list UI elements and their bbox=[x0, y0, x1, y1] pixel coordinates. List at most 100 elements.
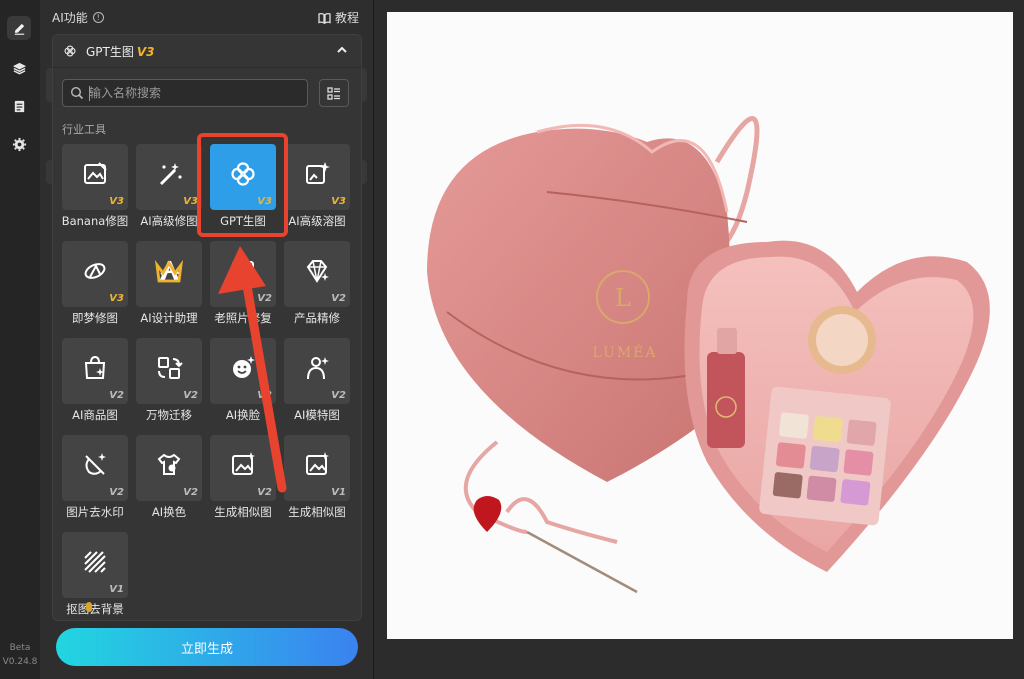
version-badge: V2 bbox=[257, 390, 272, 401]
tool-thumbnail[interactable]: V3 bbox=[284, 144, 350, 210]
tool-item[interactable]: V1 抠图去背景 bbox=[62, 532, 128, 622]
tool-label: AI模特图 bbox=[294, 408, 340, 422]
tool-label: 生成相似图 bbox=[288, 505, 346, 519]
search-icon bbox=[70, 86, 84, 100]
tool-thumbnail[interactable]: V3 bbox=[62, 241, 128, 307]
tool-thumbnail[interactable]: V3 bbox=[62, 144, 128, 210]
info-icon[interactable]: ! bbox=[92, 12, 104, 23]
card-title-text: GPT生图 bbox=[86, 45, 134, 59]
card-title: GPT生图 V3 bbox=[86, 43, 155, 60]
version-badge: V2 bbox=[109, 390, 124, 401]
tool-label: 老照片修复 bbox=[214, 311, 272, 325]
tool-thumbnail[interactable]: V1 bbox=[62, 532, 128, 598]
dream-icon bbox=[84, 263, 106, 279]
tool-item[interactable]: V3 AI高级溶图 bbox=[284, 144, 350, 234]
tool-thumbnail[interactable]: V2 bbox=[210, 435, 276, 501]
tool-item[interactable]: V2 万物迁移 bbox=[136, 338, 202, 428]
version-badge: V3 bbox=[183, 196, 198, 207]
crown-icon bbox=[155, 260, 183, 283]
tool-label: AI换脸 bbox=[225, 408, 261, 422]
tool-item[interactable]: V3 AI高级修图 bbox=[136, 144, 202, 234]
generate-now-label: 立即生成 bbox=[180, 641, 233, 657]
document-icon[interactable] bbox=[7, 94, 31, 118]
transfer-icon bbox=[158, 357, 183, 379]
selection-highlight-box bbox=[197, 133, 288, 237]
tool-item[interactable]: V3 即梦修图 bbox=[62, 241, 128, 331]
version-badge: V3 bbox=[109, 196, 124, 207]
magic-wand-icon bbox=[159, 163, 182, 186]
tutorial-link[interactable]: 教程 bbox=[318, 9, 359, 26]
version-badge: V2 bbox=[257, 487, 272, 498]
list-view-button[interactable] bbox=[319, 79, 349, 107]
tool-label: AI设计助理 bbox=[140, 311, 198, 325]
tool-label: 生成相似图 bbox=[214, 505, 272, 519]
tool-item[interactable]: AI设计助理 bbox=[136, 241, 202, 331]
panel-header: AI功能 ! bbox=[52, 9, 104, 26]
ai-function-panel: AI功能 ! 教程 GPT生图V3 行业工具 V3Banana修图V3AI高级修… bbox=[40, 0, 405, 679]
logo-letter: L bbox=[615, 284, 631, 312]
version-badge: V2 bbox=[109, 487, 124, 498]
face-swap-icon bbox=[233, 356, 255, 378]
tool-item[interactable]: V1 生成相似图 bbox=[284, 435, 350, 525]
pen-icon[interactable] bbox=[7, 16, 31, 40]
version-badge: V3 bbox=[331, 196, 346, 207]
model-icon bbox=[307, 357, 329, 380]
image-sparkle-icon bbox=[306, 162, 330, 184]
scroll-indicator bbox=[86, 602, 92, 612]
search-input[interactable] bbox=[89, 83, 299, 103]
tool-label: 万物迁移 bbox=[146, 408, 192, 422]
tool-thumbnail[interactable]: V2 bbox=[136, 435, 202, 501]
shopping-bag-icon bbox=[84, 355, 106, 379]
gpt-image-card: GPT生图V3 行业工具 V3Banana修图V3AI高级修图V3GPT生图V3… bbox=[52, 34, 362, 621]
section-label-industry-tools: 行业工具 bbox=[62, 123, 106, 136]
tool-label: AI商品图 bbox=[72, 408, 118, 422]
tool-thumbnail[interactable]: V1 bbox=[284, 435, 350, 501]
tool-thumbnail[interactable] bbox=[136, 241, 202, 307]
book-icon bbox=[318, 12, 331, 24]
version-beta: Beta bbox=[9, 643, 31, 653]
version-badge: V3 bbox=[109, 293, 124, 304]
layers-icon[interactable] bbox=[7, 56, 31, 80]
gpt-swirl-icon bbox=[64, 45, 76, 57]
tool-label: AI换色 bbox=[151, 505, 187, 519]
tutorial-label: 教程 bbox=[334, 11, 359, 25]
tool-label: 图片去水印 bbox=[66, 505, 124, 519]
tool-item[interactable]: V2 产品精修 bbox=[284, 241, 350, 331]
generate-now-button[interactable]: 立即生成 bbox=[56, 628, 358, 666]
tool-thumbnail[interactable]: V2 bbox=[284, 338, 350, 404]
tool-thumbnail[interactable]: V2 bbox=[210, 338, 276, 404]
tool-item[interactable]: V2 AI模特图 bbox=[284, 338, 350, 428]
version-badge: V2 bbox=[183, 390, 198, 401]
brand-name: LUMÉA bbox=[593, 343, 658, 361]
tool-item[interactable]: V2 生成相似图 bbox=[210, 435, 276, 525]
tool-thumbnail[interactable]: V3 bbox=[136, 144, 202, 210]
tool-item[interactable]: V2 老照片修复 bbox=[210, 241, 276, 331]
search-box[interactable] bbox=[62, 79, 308, 107]
tool-thumbnail[interactable]: V2 bbox=[136, 338, 202, 404]
version-badge: V1 bbox=[109, 584, 124, 595]
tool-thumbnail[interactable]: V2 bbox=[284, 241, 350, 307]
image-edit-icon bbox=[84, 162, 107, 184]
card-header[interactable]: GPT生图 V3 bbox=[53, 35, 361, 68]
text-caret bbox=[89, 86, 90, 101]
tool-thumbnail[interactable]: V2 bbox=[62, 435, 128, 501]
chevron-up-icon[interactable] bbox=[335, 43, 349, 57]
tool-item[interactable]: V2 AI商品图 bbox=[62, 338, 128, 428]
product-photo[interactable]: L LUMÉA bbox=[387, 12, 1013, 639]
settings-gear-icon[interactable] bbox=[7, 132, 31, 156]
tool-item[interactable]: V2 图片去水印 bbox=[62, 435, 128, 525]
tool-item[interactable]: V2 AI换脸 bbox=[210, 338, 276, 428]
version-badge: V2 bbox=[331, 293, 346, 304]
version-badge: V2 bbox=[183, 487, 198, 498]
cutout-background-icon bbox=[84, 551, 106, 573]
heart-gift-box-image: L LUMÉA bbox=[427, 116, 990, 594]
tshirt-color-icon bbox=[157, 453, 181, 475]
version-number: V0.24.8 bbox=[2, 657, 38, 667]
tool-thumbnail[interactable]: V2 bbox=[62, 338, 128, 404]
tool-item[interactable]: V3 Banana修图 bbox=[62, 144, 128, 234]
tool-thumbnail[interactable]: V2 bbox=[210, 241, 276, 307]
list-view-icon bbox=[327, 86, 340, 100]
tool-item[interactable]: V2 AI换色 bbox=[136, 435, 202, 525]
remove-watermark-icon bbox=[85, 453, 106, 475]
tool-label: 产品精修 bbox=[294, 311, 340, 325]
